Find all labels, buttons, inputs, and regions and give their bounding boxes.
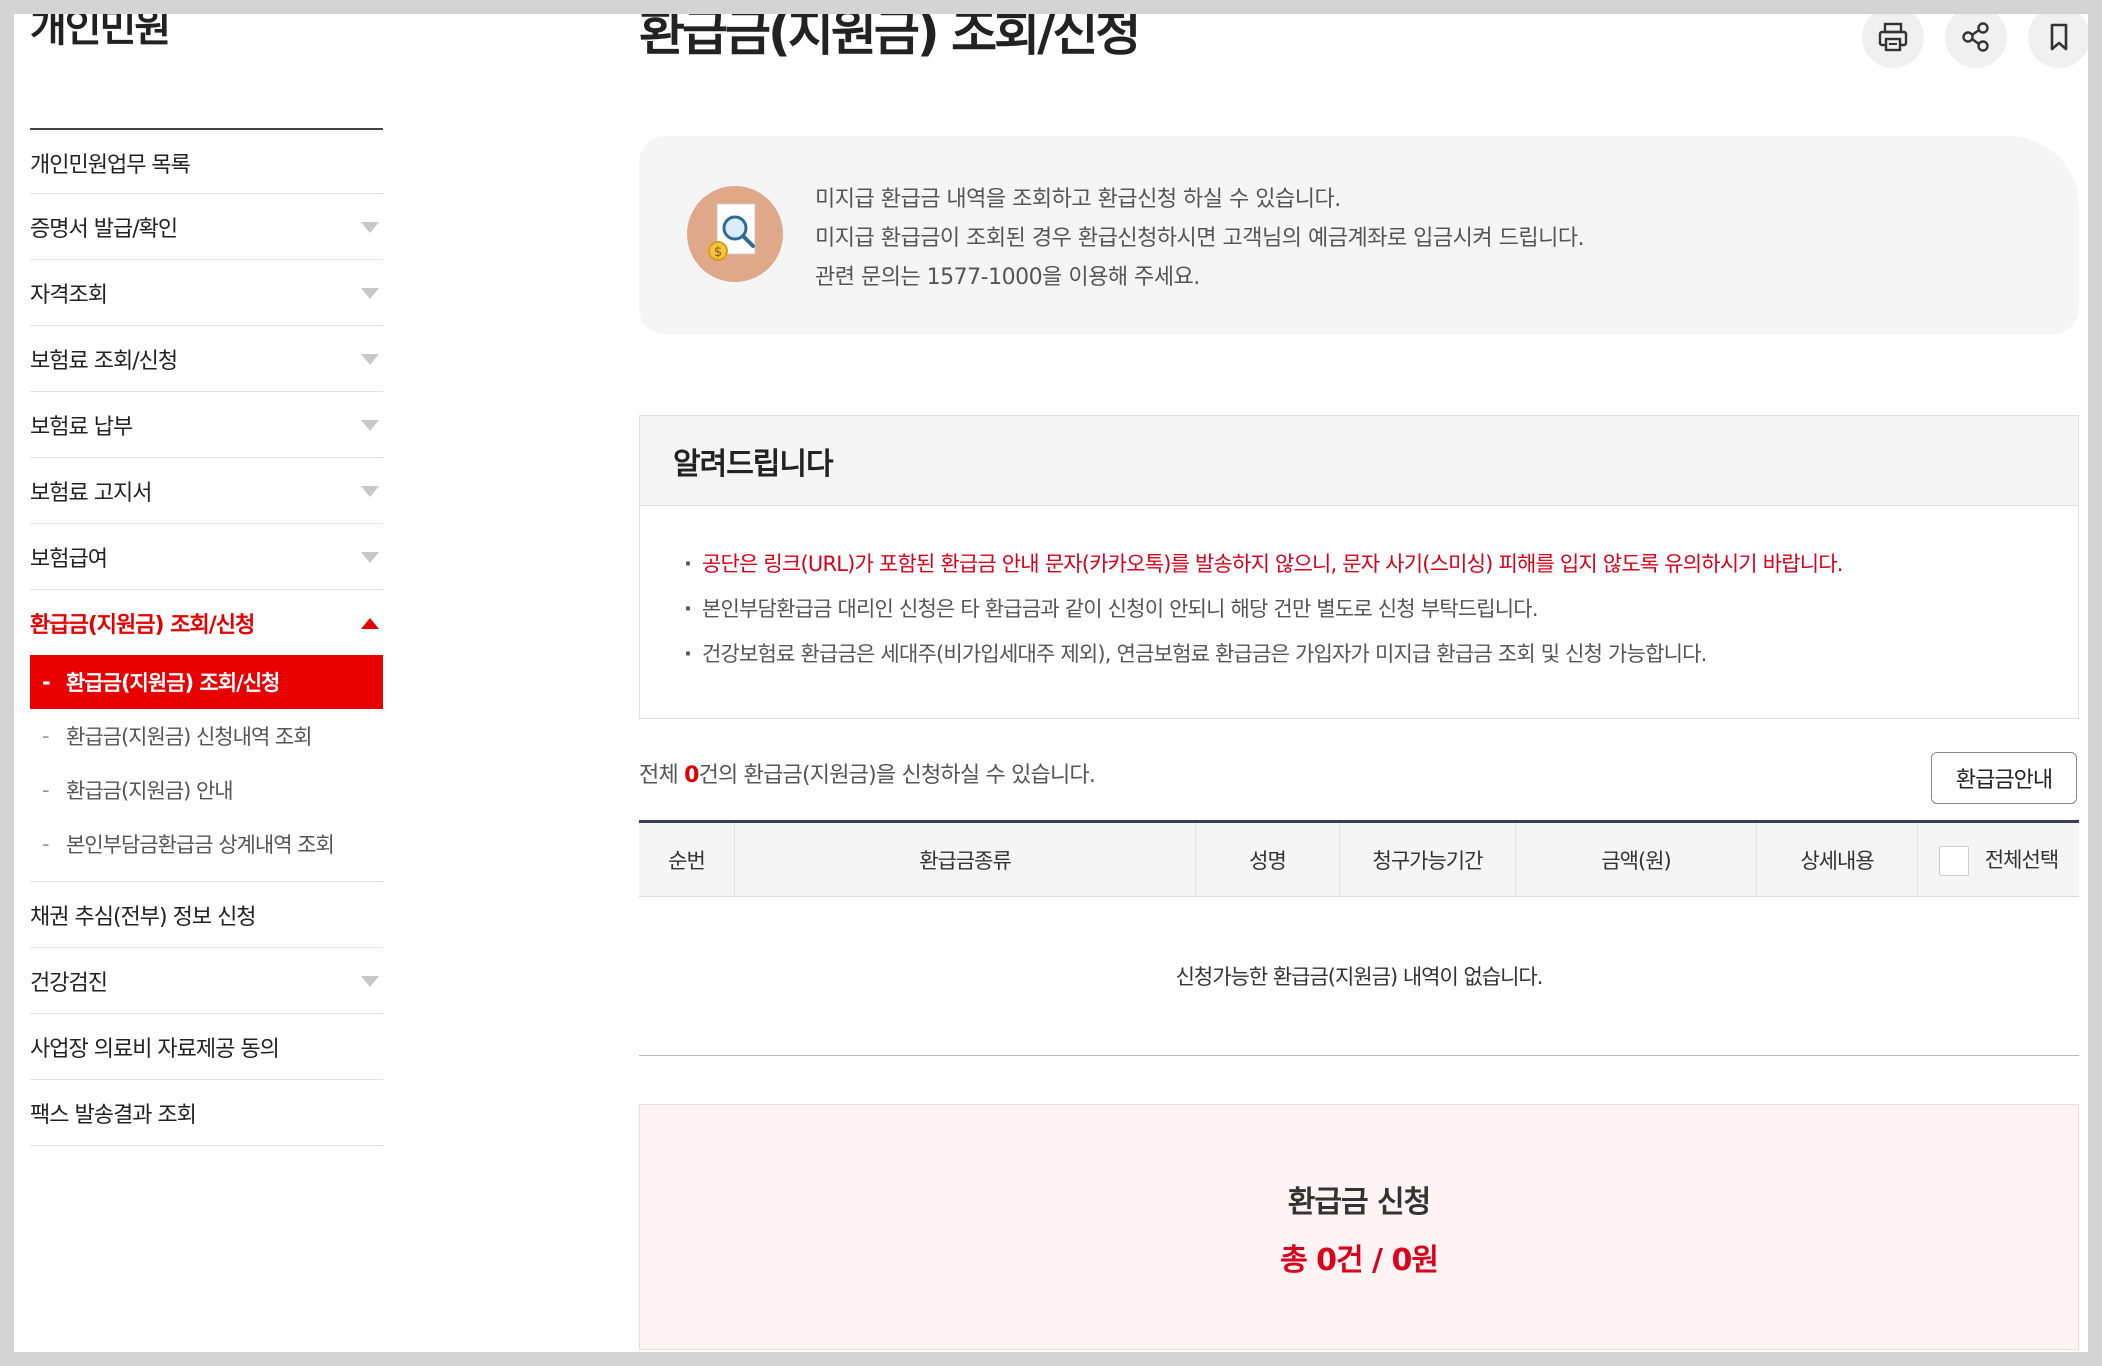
sidebar-item-label: 개인민원업무 목록: [30, 152, 191, 178]
sidebar-item-debt-collection[interactable]: 채권 추심(전부) 정보 신청: [30, 882, 383, 948]
share-icon: [1962, 22, 1989, 52]
intro-line: 관련 문의는 1577-1000을 이용해 주세요.: [815, 265, 1200, 290]
col-select-all: 전체선택: [1917, 820, 2079, 897]
chevron-up-icon: [361, 617, 379, 629]
apply-total: 총 0건 / 0원: [1280, 1243, 1439, 1278]
intro-line: 미지급 환급금이 조회된 경우 환급신청하시면 고객님의 예금계좌로 입금시켜 …: [815, 226, 1585, 251]
table-empty-message: 신청가능한 환급금(지원금) 내역이 없습니다.: [639, 896, 2079, 1056]
sidebar-menu: 개인민원업무 목록 증명서 발급/확인 자격조회 보험료 조회/신청 보험료 납…: [30, 132, 383, 1146]
chevron-down-icon: [361, 353, 379, 365]
sidebar-subitem-label: 환급금(지원금) 안내: [66, 779, 234, 803]
refund-count: 0: [684, 763, 699, 788]
sidebar-title: 개인민원: [30, 14, 171, 51]
sidebar-subitem-refund-guide[interactable]: - 환급금(지원금) 안내: [30, 763, 383, 817]
sidebar-subitem-label: 환급금(지원금) 신청내역 조회: [66, 725, 313, 749]
share-button[interactable]: [1945, 14, 2007, 68]
count-prefix: 전체: [639, 763, 685, 788]
chevron-down-icon: [361, 975, 379, 987]
col-amount: 금액(원): [1515, 820, 1757, 897]
col-number: 순번: [639, 820, 735, 897]
sidebar-item-insurance-benefit[interactable]: 보험급여: [30, 524, 383, 590]
chevron-down-icon: [361, 221, 379, 233]
sidebar-subitem-refund-history[interactable]: - 환급금(지원금) 신청내역 조회: [30, 709, 383, 763]
chevron-down-icon: [361, 551, 379, 563]
chevron-down-icon: [361, 485, 379, 497]
sidebar-subitem-label: 환급금(지원금) 조회/신청: [66, 671, 280, 695]
count-suffix: 건의 환급금(지원금)을 신청하실 수 있습니다.: [698, 763, 1096, 788]
sidebar-divider: [30, 128, 383, 130]
sidebar-item-medical-consent[interactable]: 사업장 의료비 자료제공 동의: [30, 1014, 383, 1080]
notice-item: 건강보험료 환급금은 세대주(비가입세대주 제외), 연금보험료 환급금은 가입…: [684, 632, 2078, 677]
sidebar-item-refund[interactable]: 환급금(지원금) 조회/신청: [30, 590, 383, 655]
sidebar-item-label: 팩스 발송결과 조회: [30, 1102, 197, 1128]
sidebar-item-label: 채권 추심(전부) 정보 신청: [30, 904, 257, 930]
col-claim-period: 청구가능기간: [1339, 820, 1516, 897]
sidebar-item-health-checkup[interactable]: 건강검진: [30, 948, 383, 1014]
sidebar-item-label: 보험료 납부: [30, 414, 133, 440]
select-all-checkbox[interactable]: [1938, 845, 1969, 876]
intro-text: 미지급 환급금 내역을 조회하고 환급신청 하실 수 있습니다. 미지급 환급금…: [815, 180, 1585, 297]
sidebar-item-label: 자격조회: [30, 282, 108, 308]
dash-marker: -: [42, 778, 50, 802]
document-search-icon: $: [687, 186, 783, 282]
bookmark-icon: [2050, 23, 2068, 51]
col-name: 성명: [1195, 820, 1340, 897]
notice-item-warning: 공단은 링크(URL)가 포함된 환급금 안내 문자(카카오톡)를 발송하지 않…: [684, 542, 2078, 587]
refund-table: 순번 환급금종류 성명 청구가능기간 금액(원) 상세내용 전체선택 신청가능한…: [639, 820, 2079, 1056]
intro-box: $ 미지급 환급금 내역을 조회하고 환급신청 하실 수 있습니다. 미지급 환…: [639, 136, 2079, 334]
sidebar-item-label: 보험료 조회/신청: [30, 348, 178, 374]
sidebar-item-label: 보험료 고지서: [30, 480, 152, 506]
col-detail: 상세내용: [1756, 820, 1918, 897]
dash-marker: -: [42, 832, 50, 856]
sidebar-item-label: 환급금(지원금) 조회/신청: [30, 612, 255, 638]
sidebar-item-label: 보험급여: [30, 546, 108, 572]
dash-marker: -: [42, 670, 51, 694]
chevron-down-icon: [361, 287, 379, 299]
print-button[interactable]: [1862, 14, 1924, 68]
table-row: 신청가능한 환급금(지원금) 내역이 없습니다.: [639, 896, 2079, 1056]
sidebar-subitem-refund-inquiry[interactable]: - 환급금(지원금) 조회/신청: [30, 655, 383, 709]
chevron-down-icon: [361, 419, 379, 431]
sidebar-item-premium-payment[interactable]: 보험료 납부: [30, 392, 383, 458]
refund-guide-button[interactable]: 환급금안내: [1931, 752, 2077, 804]
dash-marker: -: [42, 724, 50, 748]
select-all-label: 전체선택: [1984, 847, 2059, 872]
sidebar-item-qualification[interactable]: 자격조회: [30, 260, 383, 326]
notice-list: 공단은 링크(URL)가 포함된 환급금 안내 문자(카카오톡)를 발송하지 않…: [640, 506, 2078, 677]
sidebar-item-premium-notice[interactable]: 보험료 고지서: [30, 458, 383, 524]
notice-box: 알려드립니다 공단은 링크(URL)가 포함된 환급금 안내 문자(카카오톡)를…: [639, 415, 2079, 719]
notice-item: 본인부담환급금 대리인 신청은 타 환급금과 같이 신청이 안되니 해당 건만 …: [684, 587, 2078, 632]
apply-title: 환급금 신청: [1287, 1185, 1431, 1220]
svg-text:$: $: [714, 245, 722, 260]
sidebar-subitem-label: 본인부담금환급금 상계내역 조회: [66, 833, 335, 857]
refund-apply-box: 환급금 신청 총 0건 / 0원: [639, 1104, 2079, 1350]
sidebar-subitem-offset-history[interactable]: - 본인부담금환급금 상계내역 조회: [30, 817, 383, 871]
refund-count-text: 전체 0건의 환급금(지원금)을 신청하실 수 있습니다.: [639, 757, 1096, 789]
notice-title: 알려드립니다: [640, 416, 2078, 506]
table-header-row: 순번 환급금종류 성명 청구가능기간 금액(원) 상세내용 전체선택: [639, 820, 2079, 897]
sidebar-item-label: 사업장 의료비 자료제공 동의: [30, 1036, 280, 1062]
sidebar-item-label: 증명서 발급/확인: [30, 216, 178, 242]
sidebar-item-fax-result[interactable]: 팩스 발송결과 조회: [30, 1080, 383, 1146]
col-refund-type: 환급금종류: [734, 820, 1196, 897]
sidebar-item-label: 건강검진: [30, 970, 108, 996]
sidebar-item-premium-inquiry[interactable]: 보험료 조회/신청: [30, 326, 383, 392]
page-frame: 개인민원 개인민원업무 목록 증명서 발급/확인 자격조회 보험료 조회/신청 …: [14, 14, 2088, 1352]
sidebar-submenu: - 환급금(지원금) 조회/신청 - 환급금(지원금) 신청내역 조회 - 환급…: [30, 655, 383, 882]
intro-line: 미지급 환급금 내역을 조회하고 환급신청 하실 수 있습니다.: [815, 187, 1341, 212]
bookmark-button[interactable]: [2028, 14, 2088, 68]
page-title: 환급금(지원금) 조회/신청: [639, 14, 1141, 62]
sidebar-item-certificate[interactable]: 증명서 발급/확인: [30, 194, 383, 260]
printer-icon: [1878, 22, 1908, 52]
sidebar-item-civil-list[interactable]: 개인민원업무 목록: [30, 132, 383, 194]
